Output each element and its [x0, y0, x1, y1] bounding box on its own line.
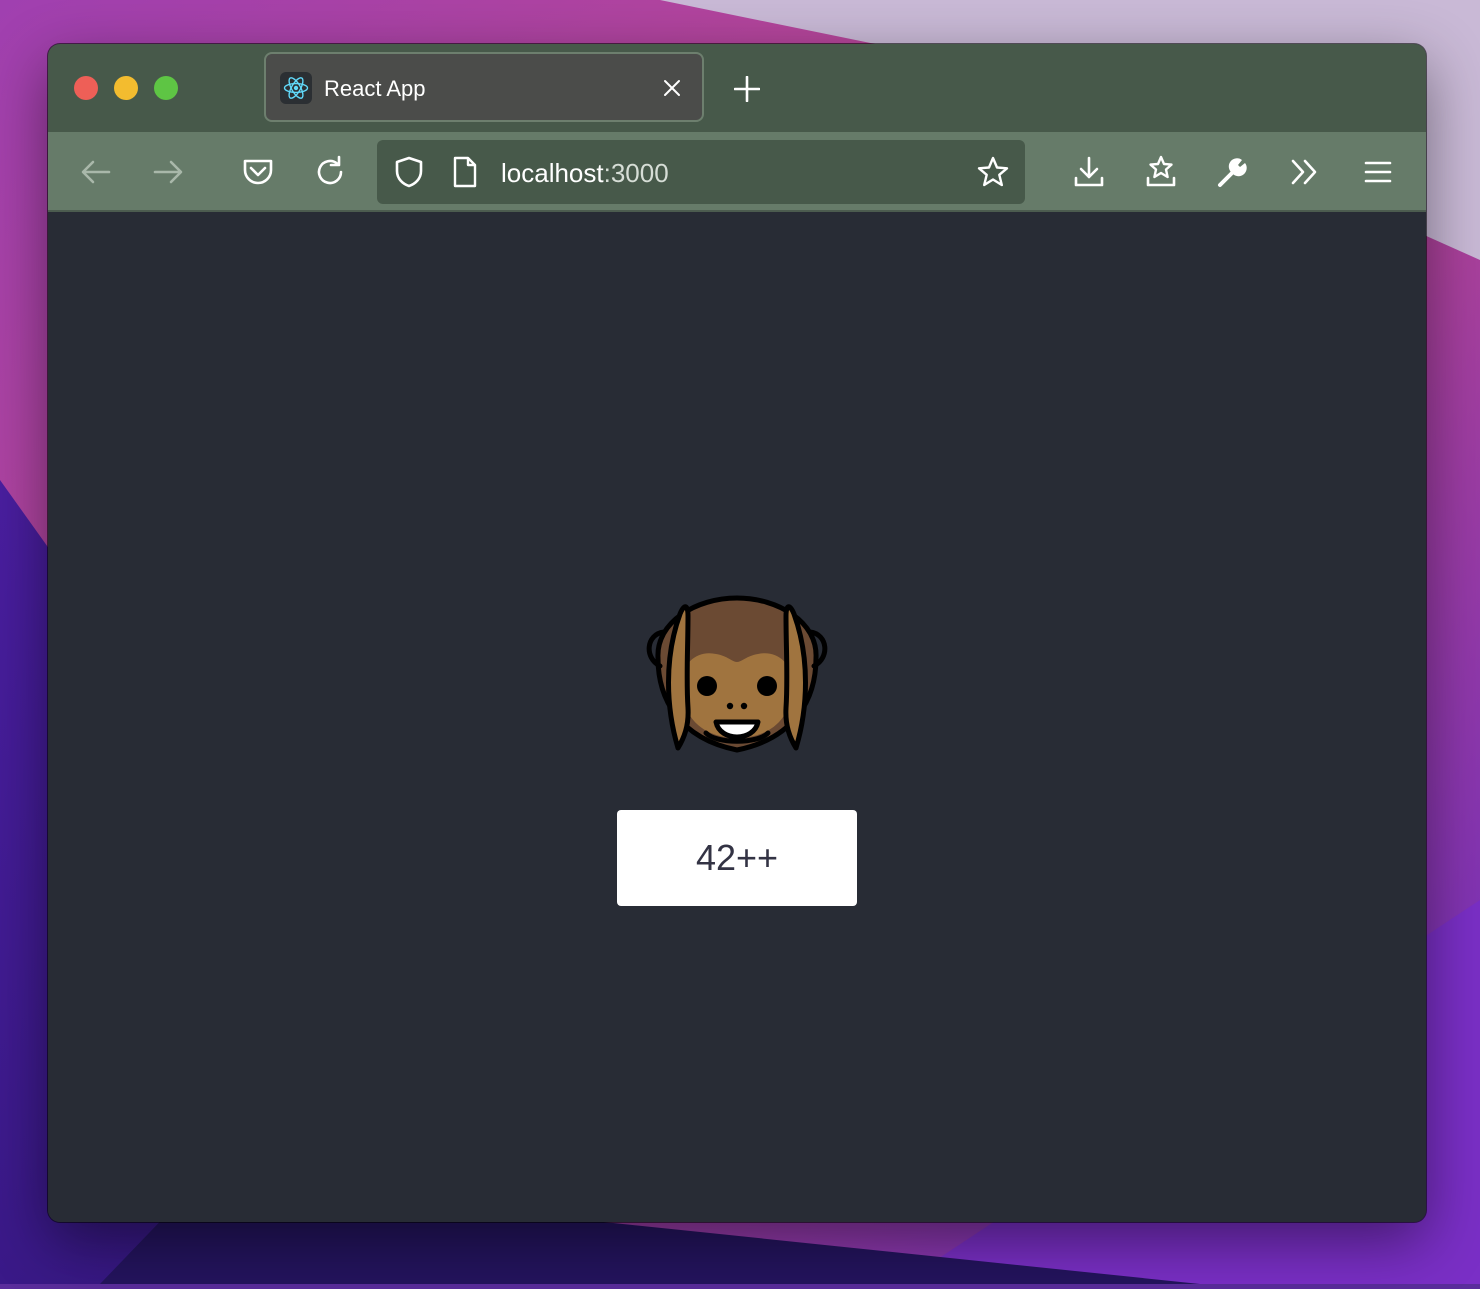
tab-close-icon[interactable] — [662, 78, 682, 103]
page-content: 42++ — [48, 212, 1426, 1222]
window-close-button[interactable] — [74, 76, 98, 100]
download-icon[interactable] — [1071, 154, 1107, 190]
menu-icon[interactable] — [1360, 154, 1396, 190]
star-icon[interactable] — [975, 154, 1011, 190]
nav-toolbar: localhost:3000 — [48, 132, 1426, 212]
wrench-icon[interactable] — [1215, 154, 1251, 190]
reload-icon[interactable] — [312, 154, 348, 190]
forward-arrow-icon[interactable] — [150, 154, 186, 190]
react-logo-icon — [280, 72, 312, 104]
page-icon — [447, 154, 483, 190]
window-maximize-button[interactable] — [154, 76, 178, 100]
window-minimize-button[interactable] — [114, 76, 138, 100]
chevron-double-right-icon[interactable] — [1287, 154, 1323, 190]
shield-icon[interactable] — [391, 154, 427, 190]
url-host: localhost — [501, 158, 604, 188]
extensions-icon[interactable] — [1143, 154, 1179, 190]
url-port: :3000 — [603, 158, 669, 188]
tab-react-app[interactable]: React App — [264, 52, 704, 122]
back-arrow-icon[interactable] — [78, 154, 114, 190]
url-text[interactable]: localhost:3000 — [501, 158, 669, 189]
hear-no-evil-monkey-icon — [636, 588, 838, 763]
tab-bar: React App — [48, 44, 1426, 132]
increment-button[interactable]: 42++ — [617, 810, 857, 906]
tab-title: React App — [324, 76, 426, 101]
address-bar[interactable]: localhost:3000 — [377, 140, 1025, 204]
browser-window: React App localhost:3000 42++ — [48, 44, 1426, 1222]
new-tab-plus-icon[interactable] — [733, 75, 761, 107]
pocket-icon[interactable] — [240, 154, 276, 190]
